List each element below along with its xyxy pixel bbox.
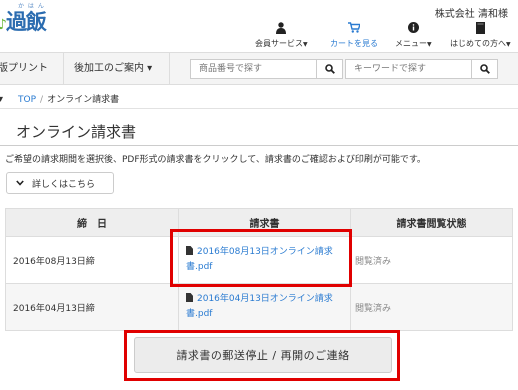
nav-member-service[interactable]: 会員サービス▼ xyxy=(255,22,308,49)
document-icon xyxy=(186,246,193,255)
print-menu-dropdown[interactable]: 版プリント ▾ xyxy=(0,53,64,105)
secondary-nav-bar: 版プリント ▾ 後加工のご案内 ▾ xyxy=(0,52,518,105)
search-icon xyxy=(324,64,335,74)
product-number-search-input[interactable] xyxy=(190,59,316,79)
nav-menu[interactable]: メニュー▼ xyxy=(395,22,432,49)
caret-down-icon: ▼ xyxy=(303,41,308,48)
title-underline xyxy=(0,145,518,146)
closing-date-cell: 2016年08月13日締 xyxy=(5,236,179,284)
table-row: 2016年04月13日締 2016年04月13日オンライン請求書.pdf 閲覧済… xyxy=(5,283,513,331)
logo-ruby: か は ん xyxy=(18,3,45,10)
column-header-invoice: 請求書 xyxy=(178,208,351,237)
column-header-closing-date: 締 日 xyxy=(5,208,179,237)
nav-view-cart-label: カートを見る xyxy=(330,39,378,48)
site-logo[interactable]: か は ん ♪過飯 xyxy=(0,3,47,36)
person-icon xyxy=(255,22,308,36)
nav-view-cart[interactable]: カートを見る xyxy=(330,22,378,49)
logo-text: 過飯 xyxy=(5,9,47,34)
table-header-row: 締 日 請求書 請求書閲覧状態 xyxy=(5,208,513,237)
details-button-label: 詳しくはこちら xyxy=(32,179,96,190)
page-title: オンライン請求書 xyxy=(16,123,137,141)
invoice-pdf-link[interactable]: 2016年04月13日オンライン請求書.pdf xyxy=(186,294,333,319)
search-icon xyxy=(479,64,490,74)
view-status-cell: 閲覧済み xyxy=(350,283,513,331)
breadcrumb: TOP / オンライン請求書 xyxy=(18,92,119,105)
site-header: か は ん ♪過飯 株式会社 清和様 会員サービス▼ カートを見る メニュー▼ … xyxy=(0,0,518,52)
mail-stop-resume-contact-button[interactable]: 請求書の郵送停止 / 再開のご連絡 xyxy=(134,337,392,373)
details-button[interactable]: 詳しくはこちら xyxy=(6,172,114,194)
nav-first-time-label: はじめての方へ xyxy=(450,39,506,48)
product-search-button[interactable] xyxy=(316,59,343,79)
keyword-search xyxy=(345,59,498,79)
breadcrumb-separator: / xyxy=(40,95,44,105)
breadcrumb-home-link[interactable]: TOP xyxy=(18,95,36,105)
invoice-cell: 2016年08月13日オンライン請求書.pdf xyxy=(178,236,351,284)
nav-first-time[interactable]: はじめての方へ▼ xyxy=(450,22,511,49)
invoice-cell: 2016年04月13日オンライン請求書.pdf xyxy=(178,283,351,331)
breadcrumb-current: オンライン請求書 xyxy=(47,95,120,105)
caret-down-icon: ▼ xyxy=(506,41,511,48)
invoice-pdf-link[interactable]: 2016年08月13日オンライン請求書.pdf xyxy=(186,247,333,272)
divider xyxy=(0,108,518,109)
invoice-table: 締 日 請求書 請求書閲覧状態 2016年08月13日締 2016年08月13日… xyxy=(5,208,513,331)
company-user-name: 株式会社 清和様 xyxy=(434,9,508,20)
column-header-view-status: 請求書閲覧状態 xyxy=(350,208,513,237)
nav-menu-label: メニュー xyxy=(395,39,427,48)
keyword-search-input[interactable] xyxy=(345,59,471,79)
info-icon xyxy=(395,22,432,36)
page-description: ご希望の請求期間を選択後、PDF形式の請求書をクリックして、請求書のご確認および… xyxy=(5,155,426,165)
document-icon xyxy=(186,293,193,302)
cart-icon xyxy=(330,22,378,36)
book-icon xyxy=(450,22,511,36)
keyword-search-button[interactable] xyxy=(471,59,498,79)
nav-member-service-label: 会員サービス xyxy=(255,39,303,48)
caret-down-icon: ▼ xyxy=(427,41,432,48)
finishing-guide-dropdown[interactable]: 後加工のご案内 ▾ xyxy=(64,53,170,84)
table-row: 2016年08月13日締 2016年08月13日オンライン請求書.pdf 閲覧済… xyxy=(5,236,513,284)
product-number-search xyxy=(190,59,343,79)
chevron-down-icon xyxy=(16,179,24,188)
closing-date-cell: 2016年04月13日締 xyxy=(5,283,179,331)
view-status-cell: 閲覧済み xyxy=(350,236,513,284)
